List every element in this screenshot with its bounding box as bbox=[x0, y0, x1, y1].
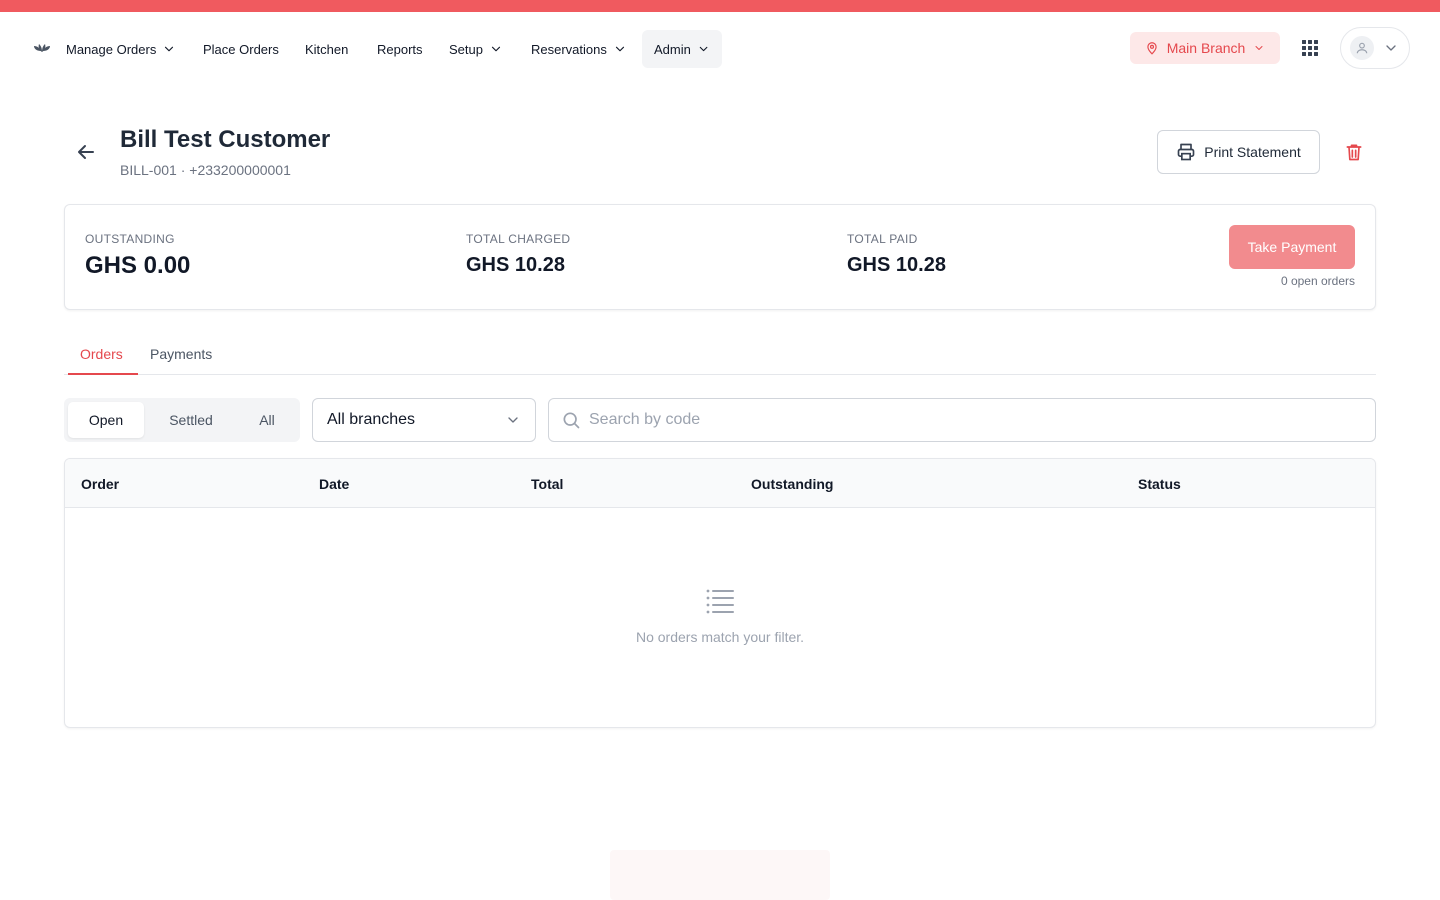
chevron-down-icon bbox=[1255, 46, 1263, 50]
search-input[interactable] bbox=[589, 411, 1349, 429]
user-icon bbox=[1356, 42, 1368, 54]
total-paid-stat: TOTAL PAID GHS 10.28 bbox=[847, 232, 946, 277]
nav-place-orders-label: Place Orders bbox=[203, 41, 279, 57]
total-charged-value: GHS 10.28 bbox=[466, 254, 565, 276]
outstanding-value: GHS 0.00 bbox=[85, 252, 191, 279]
branch-filter-select[interactable]: All branches bbox=[312, 398, 536, 442]
trash-icon[interactable] bbox=[1344, 142, 1364, 162]
nav-admin-label: Admin bbox=[654, 41, 691, 57]
chevron-down-icon bbox=[615, 46, 624, 52]
column-order: Order bbox=[81, 476, 120, 492]
tab-bar: Orders Payments bbox=[64, 334, 1376, 375]
branch-selector-label: Main Branch bbox=[1166, 40, 1246, 56]
printer-icon bbox=[1177, 143, 1195, 161]
back-arrow-icon[interactable] bbox=[74, 140, 98, 164]
filter-settled[interactable]: Settled bbox=[152, 402, 230, 438]
list-icon bbox=[706, 589, 734, 614]
column-status: Status bbox=[1138, 476, 1181, 492]
top-navigation: Manage Orders Place Orders Kitchen Repor… bbox=[0, 12, 1440, 84]
user-menu-button[interactable] bbox=[1340, 27, 1410, 69]
chevron-down-icon bbox=[1386, 45, 1396, 51]
nav-manage-orders-label: Manage Orders bbox=[66, 41, 157, 57]
branch-filter-value: All branches bbox=[327, 411, 416, 428]
nav-place-orders[interactable]: Place Orders bbox=[191, 30, 291, 68]
status-filter: Open Settled All bbox=[64, 398, 300, 442]
branch-selector[interactable]: Main Branch bbox=[1130, 32, 1280, 64]
logo-icon[interactable] bbox=[32, 38, 52, 54]
column-total: Total bbox=[531, 476, 564, 492]
customer-subtitle: BILL-001 · +233200000001 bbox=[120, 162, 291, 178]
search-icon bbox=[563, 412, 580, 429]
active-tab-indicator bbox=[68, 373, 138, 375]
nav-reservations-label: Reservations bbox=[531, 41, 607, 57]
take-payment-button[interactable]: Take Payment bbox=[1229, 225, 1355, 269]
filter-open[interactable]: Open bbox=[68, 402, 144, 438]
outstanding-label: OUTSTANDING bbox=[85, 232, 175, 246]
search-box bbox=[548, 398, 1376, 442]
column-outstanding: Outstanding bbox=[751, 476, 834, 492]
chevron-down-icon bbox=[508, 417, 518, 423]
footer-placeholder bbox=[610, 850, 830, 900]
page-title: Bill Test Customer bbox=[120, 126, 331, 153]
nav-reservations[interactable]: Reservations bbox=[519, 30, 639, 68]
outstanding-stat: OUTSTANDING GHS 0.00 bbox=[85, 232, 190, 280]
apps-grid-icon[interactable] bbox=[1300, 38, 1320, 58]
total-charged-stat: TOTAL CHARGED GHS 10.28 bbox=[466, 232, 570, 277]
tab-orders[interactable]: Orders bbox=[80, 346, 123, 362]
column-date: Date bbox=[319, 476, 350, 492]
empty-state: No orders match your filter. bbox=[65, 587, 1375, 645]
nav-setup-label: Setup bbox=[449, 41, 483, 57]
top-accent-stripe bbox=[0, 0, 1440, 12]
nav-admin[interactable]: Admin bbox=[642, 30, 722, 68]
nav-setup[interactable]: Setup bbox=[437, 30, 515, 68]
table-header: Order Date Total Outstanding Status bbox=[65, 459, 1375, 508]
avatar bbox=[1350, 36, 1374, 60]
location-pin-icon bbox=[1147, 42, 1157, 55]
nav-kitchen-label: Kitchen bbox=[305, 41, 349, 57]
balance-summary-card: OUTSTANDING GHS 0.00 TOTAL CHARGED GHS 1… bbox=[64, 204, 1376, 310]
empty-state-text: No orders match your filter. bbox=[635, 629, 805, 645]
nav-manage-orders[interactable]: Manage Orders bbox=[54, 30, 188, 68]
orders-table: Order Date Total Outstanding Status No o… bbox=[64, 458, 1376, 728]
chevron-down-icon bbox=[699, 46, 708, 52]
nav-reports[interactable]: Reports bbox=[365, 30, 435, 68]
nav-kitchen[interactable]: Kitchen bbox=[293, 30, 360, 68]
filter-all[interactable]: All bbox=[236, 402, 298, 438]
tab-payments[interactable]: Payments bbox=[150, 346, 212, 362]
open-orders-count: 0 open orders bbox=[1280, 274, 1355, 288]
print-statement-label: Print Statement bbox=[1204, 144, 1301, 160]
total-paid-label: TOTAL PAID bbox=[847, 232, 918, 246]
print-statement-button[interactable]: Print Statement bbox=[1157, 130, 1320, 174]
chevron-down-icon bbox=[165, 46, 174, 52]
total-charged-label: TOTAL CHARGED bbox=[466, 232, 571, 246]
nav-reports-label: Reports bbox=[377, 41, 423, 57]
chevron-down-icon bbox=[491, 46, 501, 52]
total-paid-value: GHS 10.28 bbox=[847, 254, 946, 276]
